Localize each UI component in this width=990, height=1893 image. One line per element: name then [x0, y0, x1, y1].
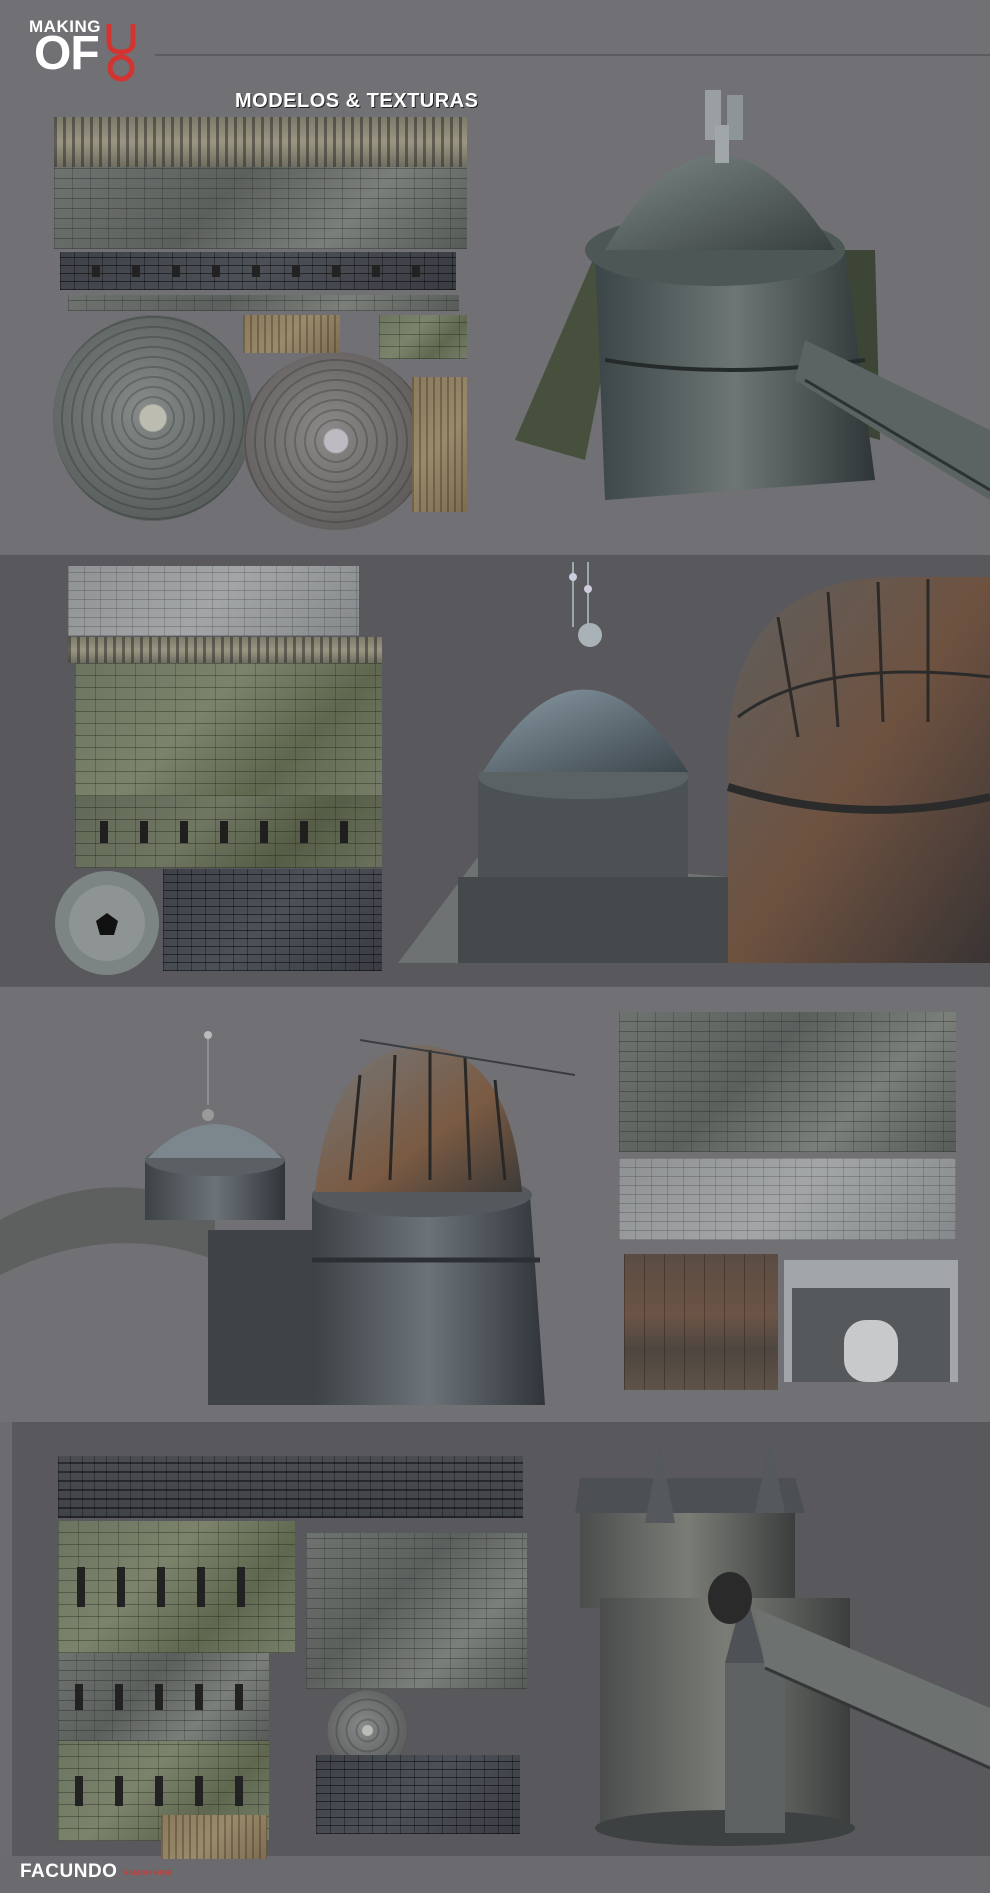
logo-mark-icon: [106, 24, 136, 82]
castle-model-render: [575, 1438, 990, 1846]
texture-trim-strip: [68, 295, 459, 311]
texture-roof-tiles: [58, 1456, 523, 1518]
texture-dark-bricks: [316, 1755, 520, 1834]
texture-window-strip: [60, 252, 456, 290]
texture-grey-pattern: [619, 1158, 956, 1240]
author-subtitle: RAMON HIDE: [123, 1870, 173, 1877]
texture-gate-arch: [784, 1260, 958, 1382]
section-title: MODELOS & TEXTURAS: [235, 90, 479, 112]
texture-door: [161, 1815, 267, 1859]
texture-cobble-wall: [619, 1012, 956, 1152]
texture-light-wall: [68, 566, 359, 636]
header-divider: [155, 54, 990, 56]
texture-castle-wall: [58, 1521, 295, 1653]
texture-windows-wall: [58, 1653, 269, 1741]
texture-dark-brick: [163, 869, 382, 971]
bridge-model-render: [0, 1031, 576, 1405]
texture-mossy-wall: [75, 663, 382, 796]
texture-ornament-band: [68, 637, 382, 663]
texture-wood-plank: [412, 377, 467, 512]
texture-rusted-metal: [624, 1254, 778, 1390]
tower-model-render: [515, 90, 990, 500]
texture-rough-wall: [306, 1533, 527, 1689]
texture-frieze: [54, 117, 467, 167]
author-name: FACUNDO: [20, 1861, 118, 1882]
texture-window-wall: [75, 796, 382, 868]
texture-moss-small: [379, 315, 467, 359]
texture-pentagon-cap: [55, 871, 159, 975]
texture-dome-cap: [53, 315, 253, 521]
texture-roof-disc: [243, 352, 429, 530]
logo-of-text: OF: [34, 27, 100, 80]
texture-wood-small: [243, 315, 340, 353]
texture-wall-strip: [54, 167, 467, 249]
domes-model-render: [398, 562, 990, 963]
